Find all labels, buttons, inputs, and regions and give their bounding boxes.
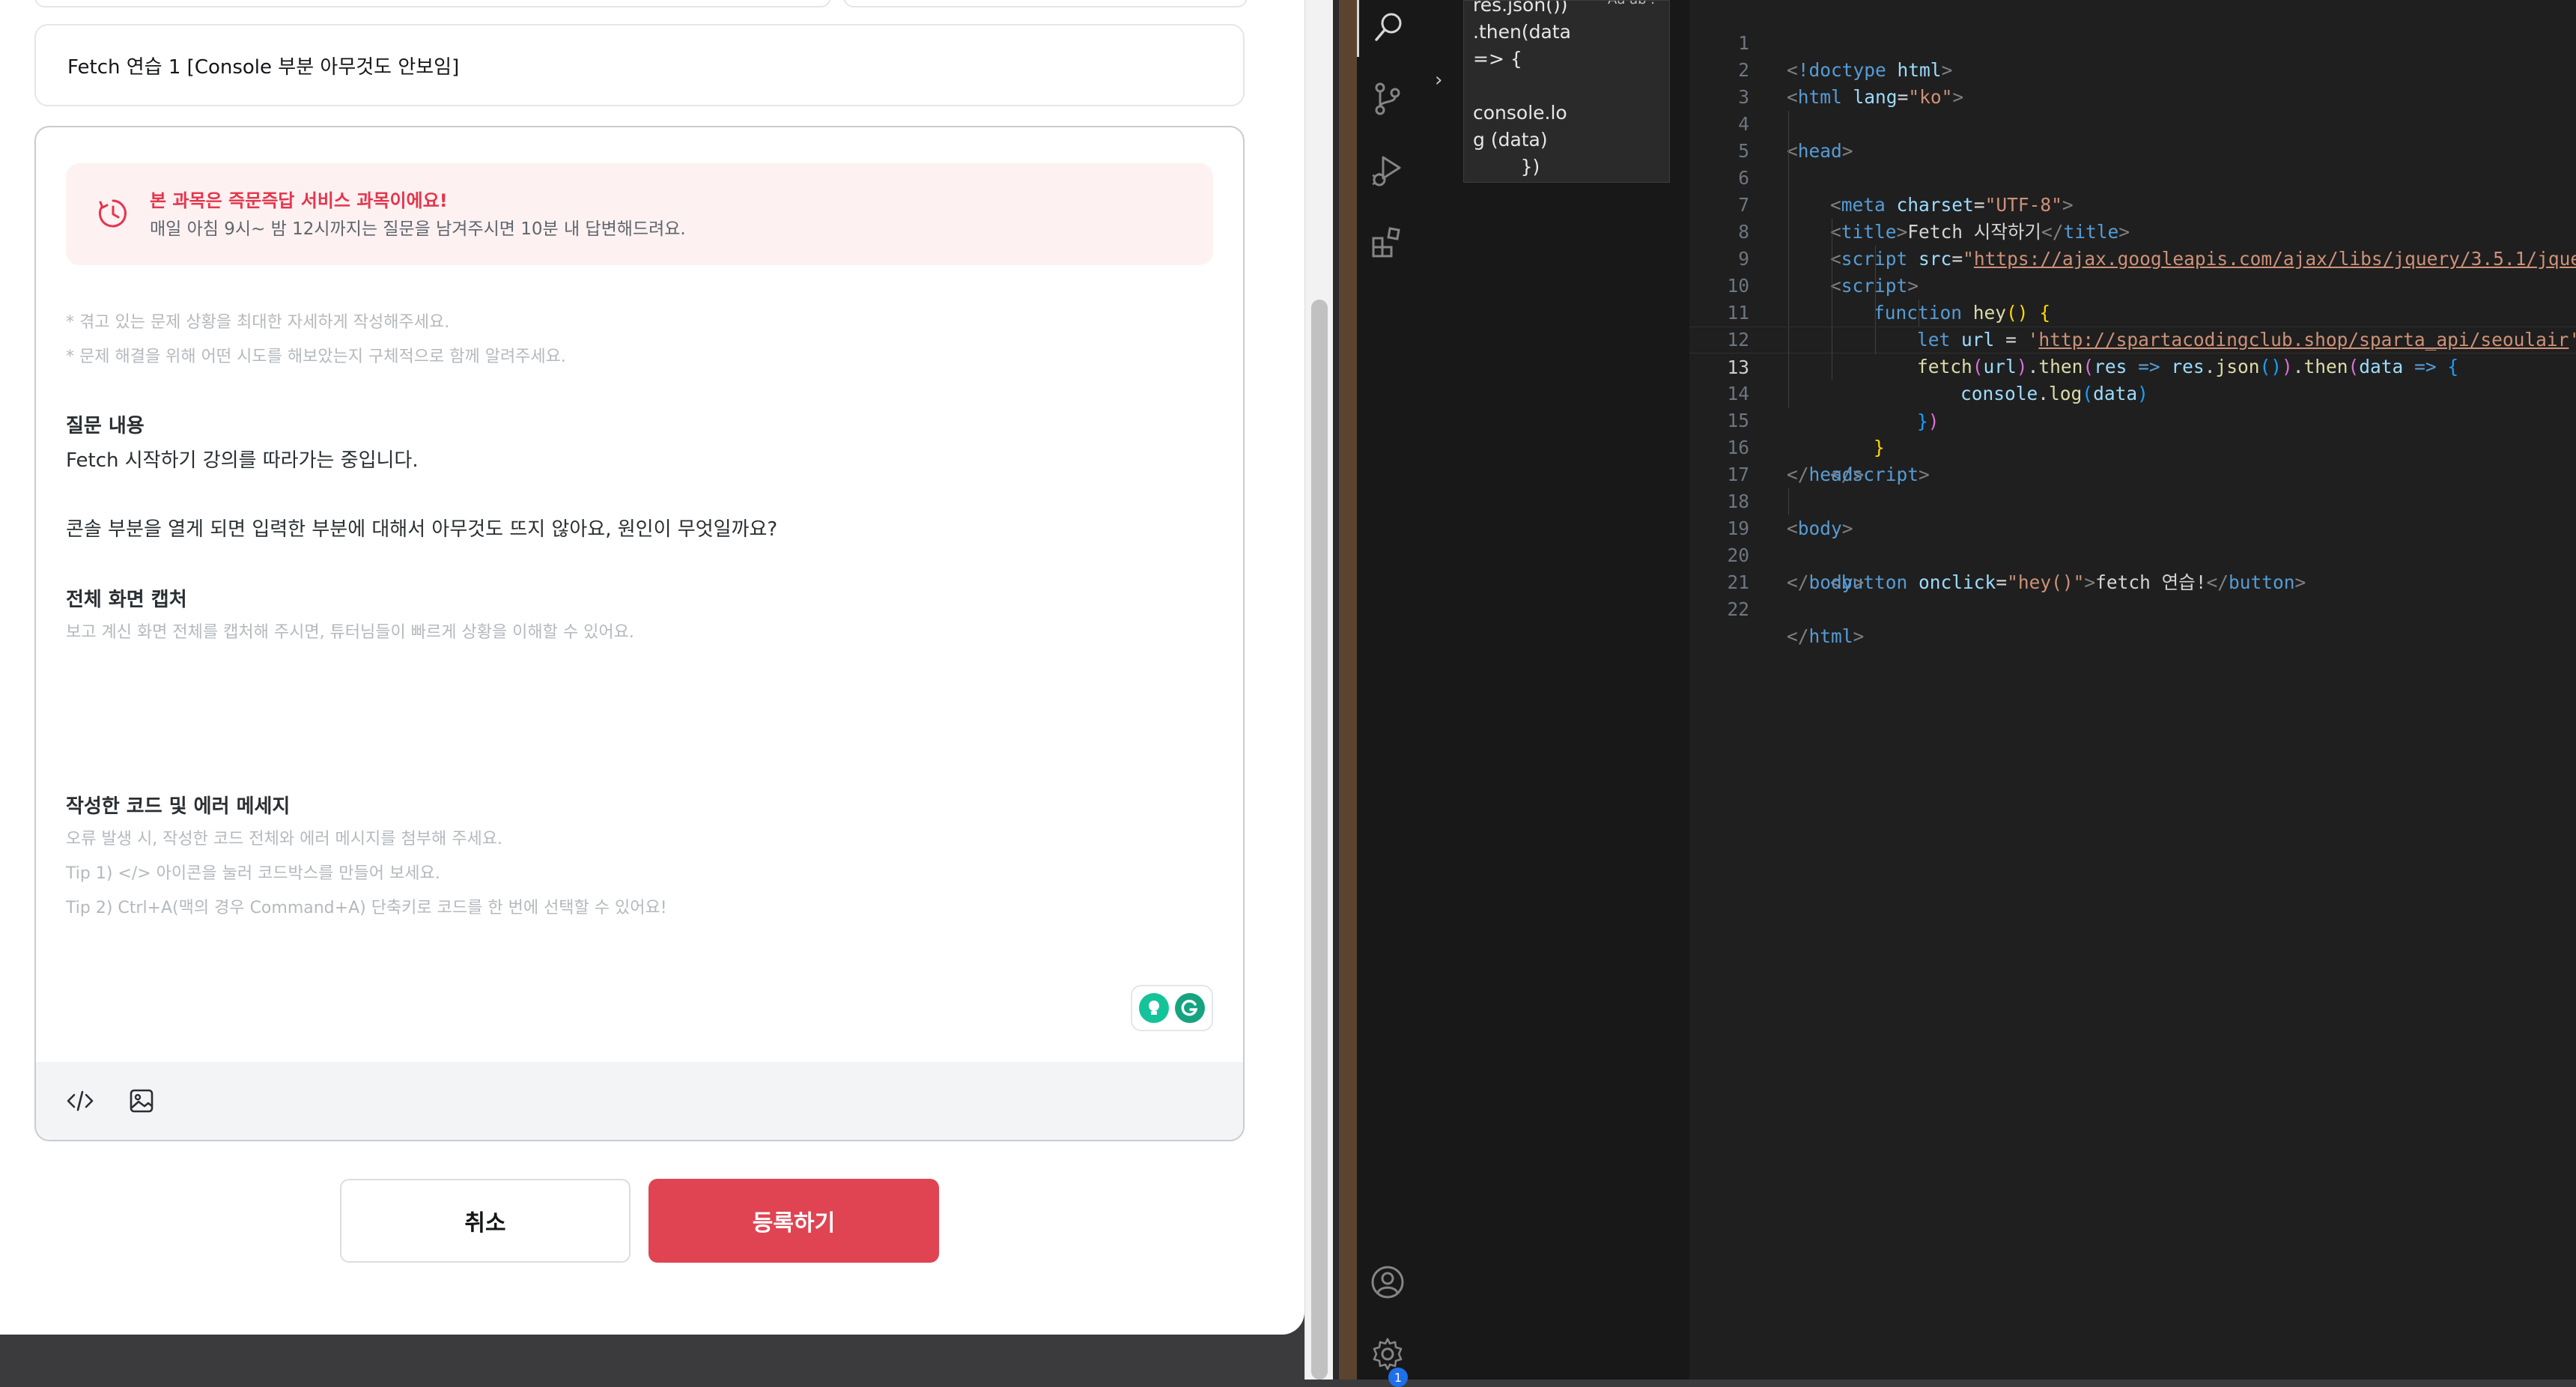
line-number: 22 bbox=[1727, 598, 1749, 620]
code-line: 18 <body> bbox=[1689, 461, 2576, 539]
code-line: 21 bbox=[1689, 542, 2576, 593]
question-line: 콘솔 부분을 열게 되면 입력한 부분에 대해서 아무것도 뜨지 않아요, 원인… bbox=[66, 518, 778, 541]
question-form-page: Fetch 연습 1 [Console 부분 아무것도 안보임] 본 과목은 즉… bbox=[0, 0, 1304, 1335]
category-select[interactable] bbox=[34, 0, 831, 7]
hint-text: * 문제 해결을 위해 어떤 시도를 해보았는지 구체적으로 함께 알려주세요. bbox=[66, 347, 566, 366]
code-line: 8 <script> bbox=[1689, 192, 2576, 297]
search-options-icons[interactable]: Aa ab .* bbox=[1608, 1, 1662, 7]
code-line: 15 </script> bbox=[1689, 380, 2576, 485]
search-preview-line: console.lo bbox=[1473, 102, 1567, 124]
code-hint: Tip 2) Ctrl+A(맥의 경우 Command+A) 단축키로 코드를 … bbox=[66, 899, 667, 917]
code-block-icon[interactable] bbox=[64, 1085, 96, 1117]
code-line: 1 <!doctype html> bbox=[1689, 3, 2576, 81]
search-preview-line: g (data) bbox=[1473, 129, 1548, 151]
code-hint: 오류 발생 시, 작성한 코드 전체와 에러 메시지를 첨부해 주세요. bbox=[66, 830, 502, 849]
code-line: 3 bbox=[1689, 57, 2576, 108]
page-scrollbar[interactable] bbox=[1304, 0, 1334, 1380]
code-line: 7 <script src="https://ajax.googleapis.c… bbox=[1689, 165, 2576, 270]
code-line: 22 </html> bbox=[1689, 569, 2576, 647]
question-line: Fetch 시작하기 강의를 따라가는 중입니다. bbox=[66, 449, 419, 472]
subcategory-select[interactable] bbox=[843, 0, 1248, 7]
capture-hint: 보고 계신 화면 전체를 캡처해 주시면, 튜터님들이 빠르게 상황을 이해할 … bbox=[66, 623, 634, 642]
image-icon[interactable] bbox=[126, 1085, 157, 1117]
code-line-current: 13 }) bbox=[1689, 327, 2576, 432]
code-hint: Tip 1) </> 아이콘을 눌러 코드박스를 만들어 보세요. bbox=[66, 864, 440, 883]
search-icon[interactable] bbox=[1357, 0, 1418, 57]
question-title-input[interactable]: Fetch 연습 1 [Console 부분 아무것도 안보임] bbox=[34, 24, 1245, 106]
search-input-preview[interactable]: res.json()) .then(data => { console.lo g… bbox=[1463, 0, 1670, 183]
grammarly-g-icon[interactable] bbox=[1175, 993, 1206, 1023]
code-section-heading: 작성한 코드 및 에러 메세지 bbox=[66, 795, 291, 818]
submit-button[interactable]: 등록하기 bbox=[648, 1179, 939, 1263]
code-editor[interactable]: 1 <!doctype html> 2 <html lang="ko"> 3 4… bbox=[1689, 0, 2576, 1380]
activity-bar: 1 bbox=[1357, 0, 1418, 1387]
editor-toolbar bbox=[36, 1062, 1243, 1140]
code-line: 14 } bbox=[1689, 353, 2576, 458]
account-icon[interactable] bbox=[1357, 1252, 1418, 1312]
source-control-icon[interactable] bbox=[1357, 69, 1418, 129]
code-line: 10 let url = 'http://spartacodingclub.sh… bbox=[1689, 246, 2576, 350]
question-title-value: Fetch 연습 1 [Console 부분 아무것도 안보임] bbox=[67, 55, 460, 79]
chevron-right-icon[interactable]: › bbox=[1435, 69, 1442, 91]
scrollbar-thumb[interactable] bbox=[1311, 300, 1328, 1380]
search-preview-line bbox=[1473, 73, 1669, 100]
code-token: html bbox=[1808, 625, 1853, 647]
code-line: 17 bbox=[1689, 434, 2576, 485]
vscode-window: 1 › res.json()) .then(data => { console.… bbox=[1339, 0, 2576, 1387]
search-preview-line: }) bbox=[1473, 156, 1540, 177]
instant-answer-notice: 본 과목은 즉문즉답 서비스 과목이에요! 매일 아침 9시~ 밤 12시까지는… bbox=[66, 163, 1213, 265]
code-line: 16 </head> bbox=[1689, 407, 2576, 485]
question-body-editor[interactable]: 본 과목은 즉문즉답 서비스 과목이에요! 매일 아침 9시~ 밤 12시까지는… bbox=[34, 126, 1245, 1141]
hint-text: * 겪고 있는 문제 상황을 최대한 자세하게 작성해주세요. bbox=[66, 313, 450, 332]
search-side-panel: › res.json()) .then(data => { console.lo… bbox=[1418, 0, 1740, 1380]
code-line: 5 <meta charset="UTF-8"> bbox=[1689, 111, 2576, 216]
capture-heading: 전체 화면 캡처 bbox=[66, 589, 187, 611]
notice-title: 본 과목은 즉문즉답 서비스 과목이에요! bbox=[150, 190, 448, 211]
code-line: 20 </body> bbox=[1689, 515, 2576, 593]
clock-icon bbox=[96, 196, 130, 231]
code-line: 12 console.log(data) bbox=[1689, 300, 2576, 404]
code-line: 4 <head> bbox=[1689, 84, 2576, 162]
code-line: 2 <html lang="ko"> bbox=[1689, 30, 2576, 108]
settings-badge: 1 bbox=[1388, 1368, 1408, 1387]
code-line: 11 fetch(url).then(res => res.json()).th… bbox=[1689, 273, 2576, 377]
desktop-background-strip bbox=[1339, 0, 1357, 1380]
window-divider bbox=[1333, 0, 1339, 1380]
code-line: 9 function hey() { bbox=[1689, 219, 2576, 324]
grammarly-widget[interactable] bbox=[1131, 985, 1213, 1031]
run-debug-icon[interactable] bbox=[1357, 141, 1418, 201]
extensions-icon[interactable] bbox=[1357, 213, 1418, 273]
notice-description: 매일 아침 9시~ 밤 12시까지는 질문을 남겨주시면 10분 내 답변해드려… bbox=[150, 219, 686, 239]
code-line: 6 <title>Fetch 시작하기</title> bbox=[1689, 138, 2576, 243]
question-heading: 질문 내용 bbox=[66, 415, 145, 437]
search-preview-line: .then(data bbox=[1473, 21, 1571, 43]
search-preview-line: => { bbox=[1473, 48, 1522, 70]
settings-gear-icon[interactable]: 1 bbox=[1357, 1324, 1418, 1387]
code-line: 19 <button onclick="hey()">fetch 연습!</bu… bbox=[1689, 488, 2576, 593]
cancel-button[interactable]: 취소 bbox=[340, 1179, 631, 1263]
lightbulb-icon[interactable] bbox=[1138, 993, 1169, 1023]
